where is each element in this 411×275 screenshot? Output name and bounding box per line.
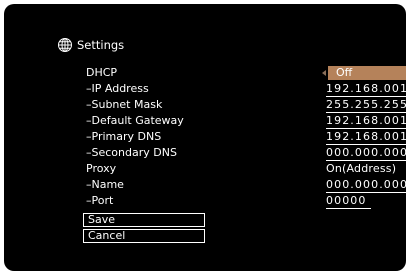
subnet-mask-field[interactable]: 255.255.255.000 (326, 98, 406, 113)
subnet-mask-label: –Subnet Mask (86, 98, 163, 111)
primary-dns-field[interactable]: 192.168.001.001 (326, 130, 406, 145)
ip-address-field[interactable]: 192.168.001.002 (326, 82, 406, 97)
ip-address-label: –IP Address (86, 82, 149, 95)
setting-row-proxy[interactable]: Proxy On(Address) (86, 162, 396, 176)
save-button[interactable]: Save (83, 213, 205, 227)
setting-row-default-gateway[interactable]: –Default Gateway 192.168.001.001 (86, 114, 406, 129)
proxy-label: Proxy (86, 162, 117, 175)
secondary-dns-label: –Secondary DNS (86, 146, 177, 159)
setting-row-name[interactable]: –Name 000.000.000.000 (86, 178, 406, 193)
setting-row-port[interactable]: –Port 00000 (86, 194, 376, 209)
settings-screen: Settings DHCP Off –IP Address 192.168.00… (4, 4, 406, 271)
proxy-value[interactable]: On(Address) (326, 162, 396, 176)
primary-dns-label: –Primary DNS (86, 130, 162, 143)
name-field[interactable]: 000.000.000.000 (326, 178, 406, 193)
dhcp-selector[interactable]: Off (322, 66, 406, 80)
default-gateway-field[interactable]: 192.168.001.001 (326, 114, 406, 129)
cancel-button[interactable]: Cancel (83, 229, 205, 243)
port-label: –Port (86, 194, 114, 207)
port-field[interactable]: 00000 (326, 194, 371, 209)
setting-row-secondary-dns[interactable]: –Secondary DNS 000.000.000.000 (86, 146, 406, 161)
settings-header: Settings (57, 37, 124, 53)
default-gateway-label: –Default Gateway (86, 114, 184, 127)
setting-row-dhcp[interactable]: DHCP Off (86, 66, 406, 80)
secondary-dns-field[interactable]: 000.000.000.000 (326, 146, 406, 161)
setting-row-ip-address[interactable]: –IP Address 192.168.001.002 (86, 82, 406, 97)
dhcp-value: Off (336, 66, 353, 79)
setting-row-primary-dns[interactable]: –Primary DNS 192.168.001.001 (86, 130, 406, 145)
arrow-left-icon[interactable] (322, 70, 326, 76)
name-label: –Name (86, 178, 124, 191)
setting-row-subnet-mask[interactable]: –Subnet Mask 255.255.255.000 (86, 98, 406, 113)
page-title: Settings (77, 38, 125, 52)
globe-icon (58, 38, 72, 52)
dhcp-label: DHCP (86, 66, 118, 79)
